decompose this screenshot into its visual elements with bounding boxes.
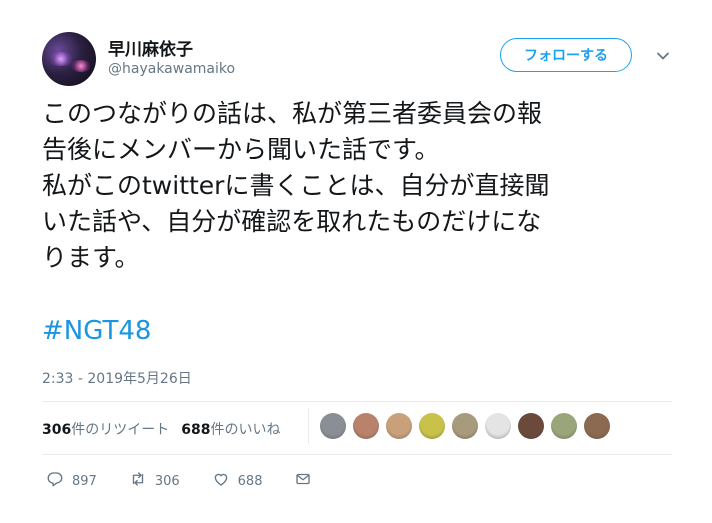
reply-icon bbox=[46, 470, 64, 492]
divider bbox=[42, 401, 672, 402]
follow-button[interactable]: フォローする bbox=[500, 38, 632, 72]
stats-separator bbox=[308, 408, 309, 444]
like-stat-count: 688 bbox=[181, 422, 211, 438]
tweet-timestamp[interactable]: 2:33 - 2019年5月26日 bbox=[42, 368, 192, 388]
retweet-count: 306 bbox=[154, 473, 180, 489]
retweet-stat[interactable]: 306件のリツイート bbox=[42, 419, 169, 439]
tweet-text: このつながりの話は、私が第三者委員会の報 告後にメンバーから聞いた話です。 私が… bbox=[42, 99, 550, 272]
liker-avatar[interactable] bbox=[551, 413, 577, 439]
retweet-stat-count: 306 bbox=[42, 422, 72, 438]
liker-avatar[interactable] bbox=[518, 413, 544, 439]
liker-avatar[interactable] bbox=[584, 413, 610, 439]
chevron-down-icon[interactable] bbox=[656, 48, 670, 62]
reply-button[interactable]: 897 bbox=[46, 470, 97, 492]
like-stat[interactable]: 688件のいいね bbox=[181, 419, 280, 439]
heart-icon bbox=[212, 470, 230, 492]
avatar-light-2 bbox=[70, 60, 92, 72]
user-handle[interactable]: @hayakawamaiko bbox=[108, 61, 235, 77]
liker-avatars bbox=[320, 413, 610, 439]
liker-avatar[interactable] bbox=[386, 413, 412, 439]
retweet-button[interactable]: 306 bbox=[129, 470, 180, 492]
tweet-actions: 897 306 688 bbox=[46, 470, 344, 492]
envelope-icon bbox=[294, 470, 312, 492]
liker-avatar[interactable] bbox=[452, 413, 478, 439]
direct-message-button[interactable] bbox=[294, 470, 312, 492]
retweet-stat-label: 件のリツイート bbox=[71, 422, 170, 438]
engagement-stats: 306件のリツイート 688件のいいね bbox=[42, 419, 280, 439]
divider bbox=[42, 454, 672, 455]
liker-avatar[interactable] bbox=[353, 413, 379, 439]
liker-avatar[interactable] bbox=[485, 413, 511, 439]
liker-avatar[interactable] bbox=[419, 413, 445, 439]
liker-avatar[interactable] bbox=[320, 413, 346, 439]
like-stat-label: 件のいいね bbox=[210, 422, 281, 438]
reply-count: 897 bbox=[72, 473, 97, 489]
profile-avatar[interactable] bbox=[42, 32, 96, 86]
retweet-icon bbox=[129, 470, 147, 492]
display-name[interactable]: 早川麻依子 bbox=[108, 35, 193, 60]
like-count: 688 bbox=[237, 473, 263, 489]
like-button[interactable]: 688 bbox=[212, 470, 263, 492]
hashtag-link[interactable]: #NGT48 bbox=[42, 316, 151, 346]
